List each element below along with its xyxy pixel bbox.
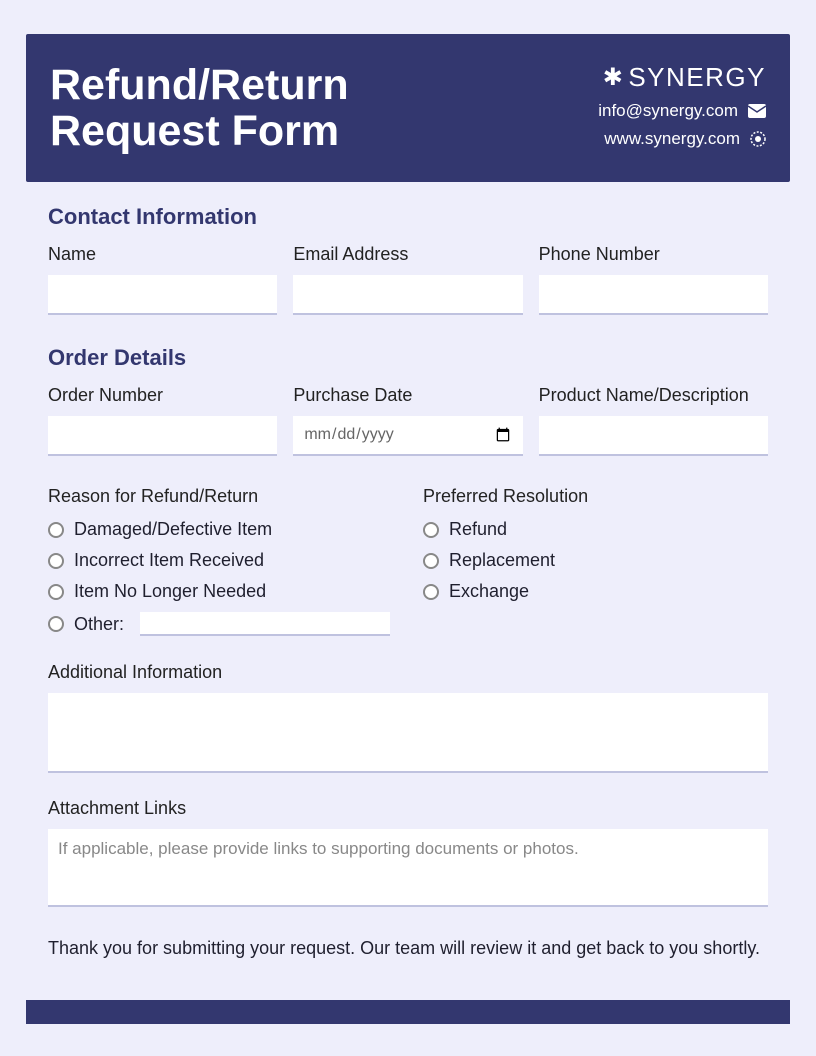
reason-other-label: Other: [74,614,124,635]
reason-not-needed-label: Item No Longer Needed [74,581,266,602]
header-right: ✱ SYNERGY info@synergy.com www.synergy.c… [598,62,766,154]
reason-damaged-label: Damaged/Defective Item [74,519,272,540]
form-header: Refund/Return Request Form ✱ SYNERGY inf… [26,34,790,182]
globe-icon [750,131,766,147]
contact-website: www.synergy.com [604,129,740,149]
footer-bar [26,1000,790,1024]
reason-label: Reason for Refund/Return [48,486,393,507]
radio-icon [48,522,64,538]
resolution-option-replacement[interactable]: Replacement [423,550,768,571]
resolution-label: Preferred Resolution [423,486,768,507]
title-line1: Refund/Return [50,62,349,108]
reason-other-input[interactable] [140,612,390,636]
phone-input[interactable] [539,275,768,315]
section-contact-title: Contact Information [48,204,768,230]
purchase-date-input[interactable] [293,416,522,456]
brand: ✱ SYNERGY [598,62,766,93]
resolution-option-exchange[interactable]: Exchange [423,581,768,602]
name-input[interactable] [48,275,277,315]
radio-icon [423,553,439,569]
contact-email: info@synergy.com [598,101,738,121]
brand-name: SYNERGY [628,62,766,93]
order-number-label: Order Number [48,385,277,406]
reason-incorrect-label: Incorrect Item Received [74,550,264,571]
reason-option-other[interactable]: Other: [48,612,393,636]
radio-icon [48,616,64,632]
resolution-option-refund[interactable]: Refund [423,519,768,540]
radio-icon [423,522,439,538]
radio-icon [48,553,64,569]
email-input[interactable] [293,275,522,315]
thank-you-message: Thank you for submitting your request. O… [48,938,768,959]
reason-option-damaged[interactable]: Damaged/Defective Item [48,519,393,540]
product-input[interactable] [539,416,768,456]
resolution-exchange-label: Exchange [449,581,529,602]
asterisk-icon: ✱ [603,63,625,92]
mail-icon [748,104,766,118]
order-number-input[interactable] [48,416,277,456]
name-label: Name [48,244,277,265]
page-title: Refund/Return Request Form [50,62,349,154]
attachment-label: Attachment Links [48,798,768,819]
radio-icon [423,584,439,600]
purchase-date-label: Purchase Date [293,385,522,406]
additional-info-label: Additional Information [48,662,768,683]
radio-icon [48,584,64,600]
resolution-refund-label: Refund [449,519,507,540]
reason-option-not-needed[interactable]: Item No Longer Needed [48,581,393,602]
reason-option-incorrect[interactable]: Incorrect Item Received [48,550,393,571]
attachment-input[interactable] [48,829,768,907]
resolution-replacement-label: Replacement [449,550,555,571]
section-order-title: Order Details [48,345,768,371]
phone-label: Phone Number [539,244,768,265]
product-label: Product Name/Description [539,385,768,406]
contact-website-line: www.synergy.com [598,129,766,149]
contact-email-line: info@synergy.com [598,101,766,121]
additional-info-input[interactable] [48,693,768,773]
title-line2: Request Form [50,108,349,154]
email-label: Email Address [293,244,522,265]
